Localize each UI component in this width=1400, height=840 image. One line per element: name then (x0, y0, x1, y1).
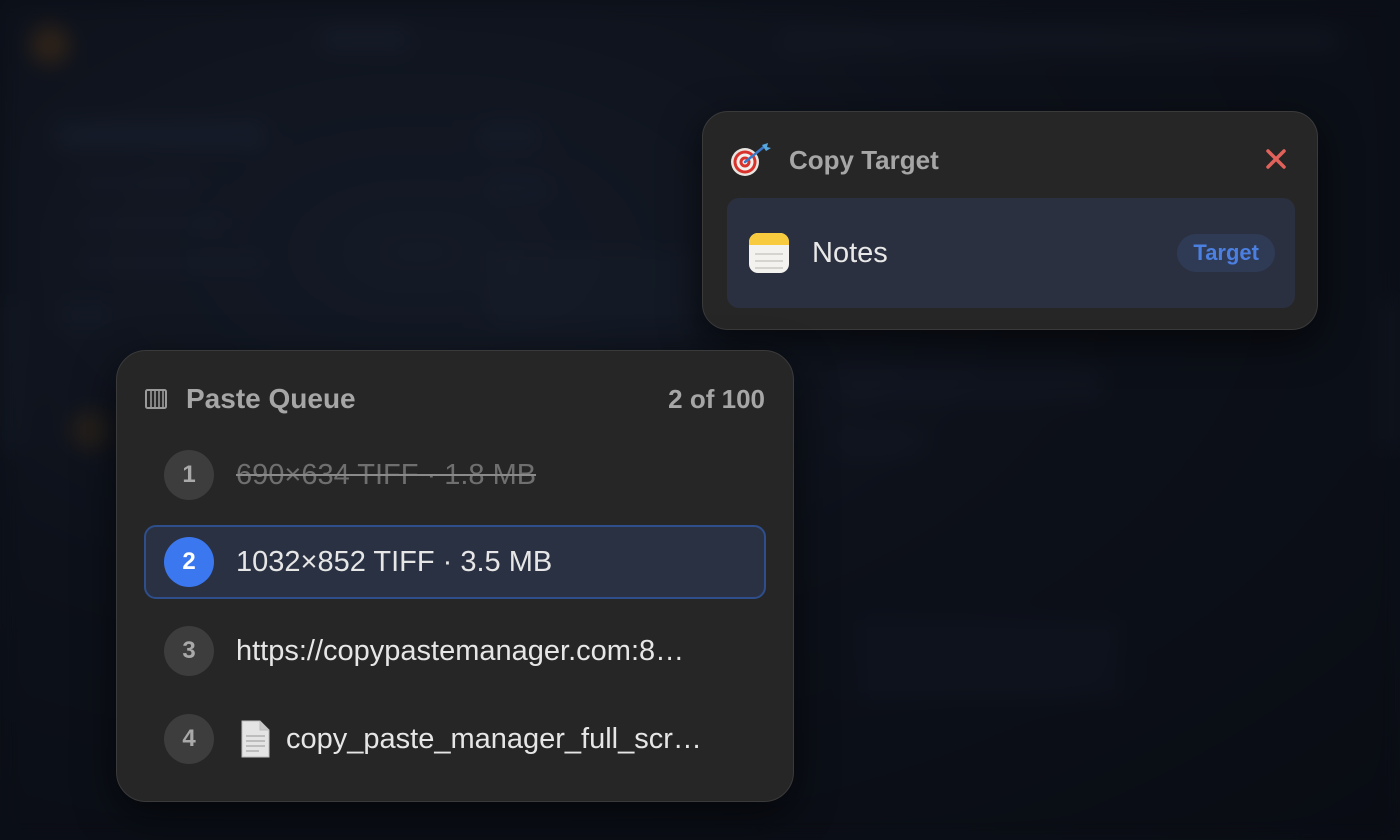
copy-target-header: Copy Target (729, 142, 1291, 178)
paste-queue-panel: Paste Queue 2 of 100 1 690×634 TIFF · 1.… (116, 350, 794, 802)
queue-item-2[interactable]: 2 1032×852 TIFF · 3.5 MB (144, 525, 766, 599)
queue-item-4[interactable]: 4 copy_paste_manager_full_scr… (144, 702, 766, 776)
queue-item-number: 3 (164, 626, 214, 676)
queue-item-text: copy_paste_manager_full_scr… (286, 722, 702, 755)
queue-item-number: 2 (164, 537, 214, 587)
copy-target-title: Copy Target (789, 144, 939, 175)
target-app-name: Notes (812, 236, 888, 269)
document-icon (240, 720, 270, 758)
dart-target-icon (729, 142, 773, 178)
paste-queue-title: Paste Queue (186, 383, 356, 414)
queue-count: 2 of 100 (668, 383, 765, 414)
copy-target-panel: Copy Target Notes Target (702, 111, 1318, 330)
queue-item-number: 4 (164, 714, 214, 764)
queue-item-text: https://copypastemanager.com:8… (236, 634, 685, 667)
queue-item-1[interactable]: 1 690×634 TIFF · 1.8 MB (144, 438, 766, 512)
target-app-row[interactable]: Notes Target (727, 198, 1295, 308)
queue-icon (145, 388, 167, 410)
paste-queue-header: Paste Queue 2 of 100 (145, 381, 765, 417)
queue-item-3[interactable]: 3 https://copypastemanager.com:8… (144, 614, 766, 688)
queue-item-text: 1032×852 TIFF · 3.5 MB (236, 545, 553, 578)
target-badge: Target (1177, 234, 1275, 272)
queue-item-number: 1 (164, 450, 214, 500)
queue-item-text: 690×634 TIFF · 1.8 MB (236, 458, 537, 491)
notes-app-icon (749, 233, 789, 273)
close-icon (1266, 149, 1286, 169)
close-button[interactable] (1261, 144, 1291, 174)
